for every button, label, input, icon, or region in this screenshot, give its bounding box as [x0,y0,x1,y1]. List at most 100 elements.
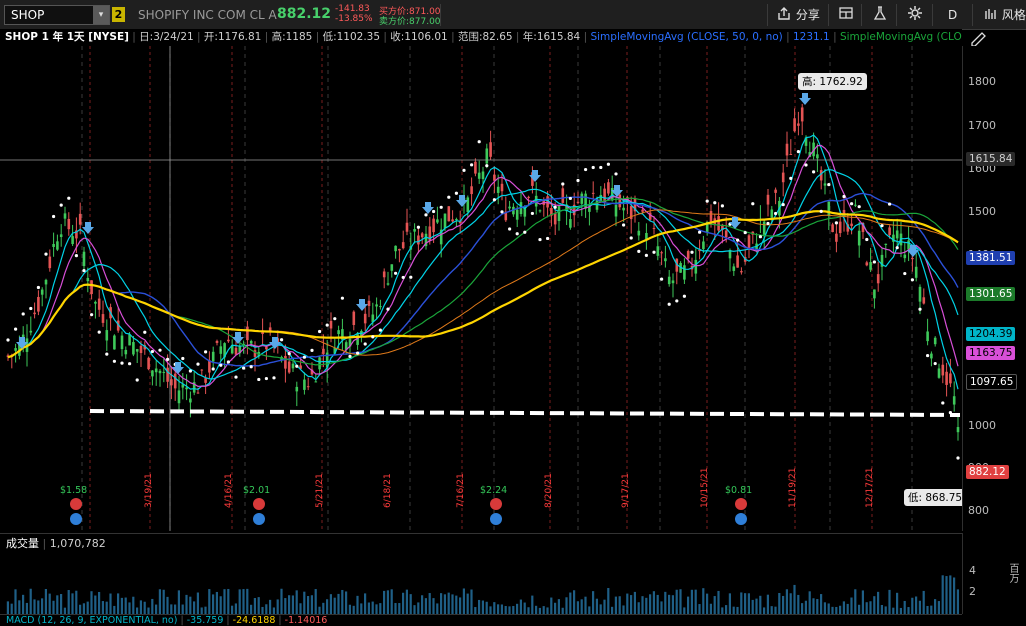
study-header: SHOP 1 年 1天 [NYSE] | 日:3/24/21 | 开:1176.… [0,29,962,46]
candle [405,222,409,232]
volume-bar [694,589,697,614]
price-chart[interactable] [0,46,962,531]
sar-dot [371,335,375,339]
candle [584,193,587,209]
volume-bar [269,599,272,614]
macd-label[interactable]: MACD (12, 26, 9, EXPONENTIAL, no) [0,615,177,626]
share-button[interactable]: 分享 [776,5,820,25]
down-arrow-icon[interactable] [799,93,811,105]
sar-dot [606,162,611,166]
volume-bar [326,599,329,614]
sar-dot [325,323,329,327]
grid-button[interactable] [838,5,854,25]
sar-dot [462,168,466,172]
sar-dot [530,211,535,216]
volume-bar [113,605,116,614]
sar-dot [553,205,557,209]
volume-bar [440,593,443,614]
sar-dot [538,237,542,242]
volume-bar [915,596,918,614]
earnings-icon[interactable] [735,498,747,510]
down-arrow-icon[interactable] [356,299,368,311]
sar-dot [918,307,922,311]
volume-bar [782,595,785,614]
dividend-amount: $0.81 [725,485,753,496]
candle [306,386,310,388]
volume-bar [846,603,849,614]
volume-bar [162,589,165,614]
candle [295,386,299,392]
earnings-icon[interactable] [253,498,265,510]
volume-axis: 4 2 百万 [962,533,1026,614]
pencil-icon[interactable] [968,30,990,46]
volume-bar [554,602,557,614]
candle [329,320,333,329]
sar-dot [568,196,573,201]
link-group-badge[interactable]: 2 [112,7,125,22]
volume-bar [671,595,674,614]
candle [477,172,481,179]
volume-bar [497,604,500,614]
sar-dot [401,275,405,280]
bar-high: 高:1185 [271,31,313,43]
chart-title[interactable]: SHOP 1 年 1天 [NYSE] [0,31,129,43]
sar-dot [599,165,603,170]
candle [120,335,124,350]
dividend-icon[interactable] [70,513,82,525]
down-arrow-icon[interactable] [456,195,468,207]
volume-bar [717,590,720,614]
candle [82,251,86,267]
down-arrow-icon[interactable] [232,332,244,344]
sar-dot [340,296,344,300]
candle [379,306,382,308]
volume-bar [820,594,823,614]
sma50-label[interactable]: SimpleMovingAvg (CLOSE, 50, 0, no) [590,31,782,43]
sar-dot [751,202,755,206]
candle [67,218,71,230]
style-button[interactable]: 风格 [984,5,1026,25]
earnings-icon[interactable] [70,498,82,510]
sar-dot [736,238,740,242]
volume-bar [645,597,648,614]
settings-button[interactable] [907,5,923,25]
candle [56,241,59,250]
candle [835,233,838,242]
volume-bar [679,589,682,614]
sar-dot [105,352,109,356]
dividend-icon[interactable] [735,513,747,525]
candle [401,242,405,249]
bar-close: 收:1106.01 [390,31,448,43]
earnings-icon[interactable] [490,498,502,510]
sar-dot [74,254,78,258]
sar-dot [743,230,747,235]
flask-button[interactable] [872,5,888,25]
chevron-down-icon[interactable]: ▾ [93,6,109,24]
down-arrow-icon[interactable] [269,337,281,349]
candle [97,298,101,310]
candle [265,346,268,350]
volume-bar [576,601,579,614]
volume-chart[interactable] [0,552,962,614]
down-arrow-icon[interactable] [529,170,541,182]
candle [785,143,789,156]
volume-bar [633,591,636,614]
year-value: 年:1615.84 [522,31,581,43]
sar-dot [196,362,200,366]
symbol-input[interactable]: SHOP ▾ [4,5,110,25]
volume-bar [109,593,112,614]
volume-bar [432,598,435,614]
volume-label[interactable]: 成交量 [0,537,39,550]
sma100-label[interactable]: SimpleMovingAvg (CLOSE, 100,... [840,31,962,43]
candle [876,274,880,284]
volume-bar [212,594,215,614]
candle [827,201,831,216]
dividend-icon[interactable] [490,513,502,525]
volume-bar [223,589,226,614]
candle [375,304,378,307]
volume-bar [231,605,234,614]
volume-bar [424,598,427,614]
candle [398,248,401,251]
drawing-set-button[interactable]: D [948,5,957,25]
dividend-icon[interactable] [253,513,265,525]
candle [204,378,207,383]
